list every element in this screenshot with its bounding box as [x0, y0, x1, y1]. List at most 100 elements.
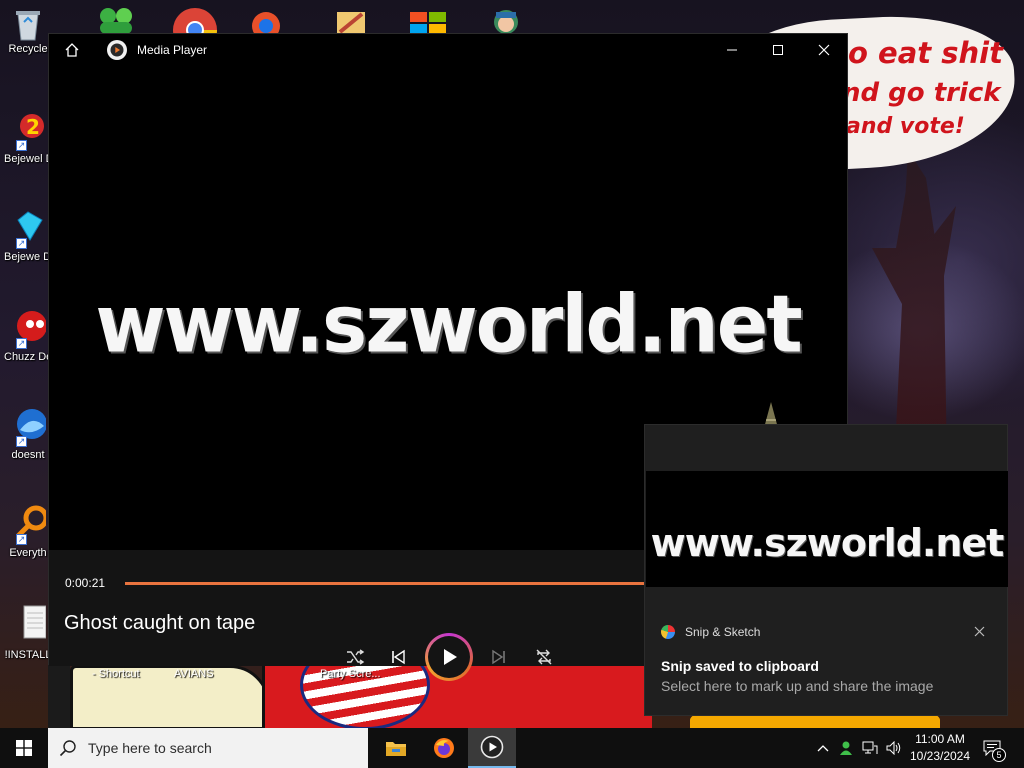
notification-count-badge: 5 — [992, 748, 1006, 762]
toast-app-name: Snip & Sketch — [685, 625, 761, 639]
desktop-icon-character[interactable] — [486, 6, 526, 34]
desktop-icon-app-3[interactable] — [250, 8, 282, 40]
current-time: 0:00:21 — [65, 576, 106, 590]
desktop-icon-bejeweled-2[interactable]: ↗ Bejewe Delux — [4, 208, 52, 264]
repeat-button[interactable] — [530, 643, 558, 671]
snip-sketch-icon — [661, 625, 675, 639]
shortcut-arrow-icon: ↗ — [16, 534, 27, 545]
maximize-button[interactable] — [755, 34, 801, 66]
play-circle-icon — [110, 43, 124, 57]
toast-heading: Snip saved to clipboard — [661, 658, 819, 674]
install-label: !INSTALL — [4, 649, 52, 661]
microsoft-store-icon — [410, 12, 446, 34]
recycle-bin-label: Recycle — [8, 43, 48, 55]
close-icon — [818, 44, 830, 56]
next-button[interactable] — [485, 643, 513, 671]
folder-icon — [386, 742, 406, 756]
thumbnail-text: www.szworld.net — [650, 521, 1005, 565]
character-icon — [494, 10, 518, 34]
play-button[interactable] — [425, 633, 473, 681]
tray-network[interactable] — [860, 728, 880, 768]
desktop-icon-messenger[interactable] — [96, 6, 136, 34]
close-button[interactable] — [801, 34, 847, 66]
toast-body: Select here to mark up and share the ima… — [661, 678, 934, 694]
minimize-icon — [727, 49, 737, 51]
tray-people[interactable] — [836, 728, 856, 768]
window-controls — [709, 34, 847, 66]
network-icon — [862, 741, 878, 754]
taskbar-media-player[interactable] — [468, 728, 516, 768]
media-player-app-icon — [107, 40, 127, 60]
shuffle-button[interactable] — [341, 643, 369, 671]
previous-button[interactable] — [384, 643, 412, 671]
desktop-icon-app-4[interactable] — [334, 8, 368, 34]
repeat-icon — [536, 649, 552, 665]
chrome-icon — [173, 8, 217, 52]
messenger-icon — [100, 8, 132, 34]
previous-icon — [392, 649, 405, 665]
wallpaper-dark-strip — [48, 660, 70, 730]
chevron-up-icon — [817, 745, 829, 752]
shortcut-arrow-icon: ↗ — [16, 338, 27, 349]
seek-bar-progress — [125, 582, 718, 585]
bubble-line-1: o eat shit — [848, 36, 1003, 70]
snip-toast-notification[interactable]: www.szworld.net Snip & Sketch Snip saved… — [644, 424, 1008, 716]
search-input[interactable] — [88, 740, 348, 756]
desktop-icon-recycle-bin[interactable]: Recycle — [4, 6, 52, 56]
taskbar-search-box[interactable] — [48, 728, 368, 768]
home-button[interactable] — [49, 34, 95, 66]
windows-logo-icon — [16, 740, 32, 756]
play-button-inner — [428, 636, 470, 678]
desktop-icon-doesnt[interactable]: ↗ doesnt — [4, 406, 52, 462]
play-icon — [444, 649, 457, 665]
firefox-icon — [434, 738, 454, 758]
next-icon — [492, 649, 505, 665]
everything-label: Everyth — [9, 547, 47, 559]
search-icon — [48, 739, 88, 757]
taskbar-file-explorer[interactable] — [372, 728, 420, 768]
toast-close-button[interactable] — [971, 623, 987, 639]
user-green-icon — [840, 741, 852, 755]
taskbar-clock[interactable]: 11:00 AM 10/23/2024 — [904, 731, 976, 765]
bejeweled-2-label: Bejewe Delux — [4, 251, 52, 263]
video-frame-text: www.szworld.net — [95, 276, 802, 370]
clock-date: 10/23/2024 — [909, 749, 971, 763]
desktop-icon-microsoft-store[interactable] — [408, 8, 448, 34]
desktop-label-shortcut[interactable]: - Shortcut — [92, 668, 140, 680]
toast-app-header: Snip & Sketch — [661, 625, 760, 639]
taskbar: 11:00 AM 10/23/2024 — [0, 728, 1024, 768]
desktop-label-avians[interactable]: AVIANS — [174, 668, 214, 680]
minimize-button[interactable] — [709, 34, 755, 66]
app-circle-icon — [252, 12, 280, 40]
maximize-icon — [773, 45, 783, 55]
doesnt-label: doesnt — [11, 449, 45, 461]
media-player-icon — [480, 735, 504, 759]
media-player-titlebar[interactable]: Media Player — [49, 34, 847, 66]
desktop-icon-chuzzle[interactable]: ↗ Chuzz Delux — [4, 308, 52, 364]
toast-thumbnail[interactable]: www.szworld.net — [646, 471, 1008, 587]
desktop-icon-install[interactable]: !INSTALL — [4, 604, 52, 662]
tray-volume[interactable] — [884, 728, 904, 768]
bubble-line-2: nd go trick — [842, 78, 1001, 108]
shortcut-arrow-icon: ↗ — [16, 140, 27, 151]
bejeweled-1-label: Bejewel Delux — [4, 153, 52, 165]
app-paint-icon — [337, 12, 365, 34]
start-button[interactable] — [0, 728, 48, 768]
bubble-line-3: and vote! — [846, 114, 965, 139]
home-icon — [65, 43, 79, 57]
recycle-bin-icon — [16, 11, 40, 41]
tray-overflow-button[interactable] — [814, 728, 832, 768]
close-icon — [974, 626, 984, 636]
document-icon — [23, 605, 46, 639]
speaker-icon — [886, 741, 901, 755]
toast-thumbnail-frame — [645, 425, 1007, 471]
shortcut-arrow-icon: ↗ — [16, 436, 27, 447]
desktop-icon-everything[interactable]: ↗ Everyth — [4, 504, 52, 560]
desktop-icon-chrome[interactable] — [172, 6, 218, 52]
taskbar-firefox[interactable] — [420, 728, 468, 768]
clock-time: 11:00 AM — [915, 732, 965, 746]
svg-text:2: 2 — [26, 115, 40, 139]
track-title: Ghost caught on tape — [64, 612, 256, 634]
desktop-icon-bejeweled-1[interactable]: 2 ↗ Bejewel Delux — [4, 110, 52, 166]
chuzzle-label: Chuzz Delux — [4, 351, 52, 363]
